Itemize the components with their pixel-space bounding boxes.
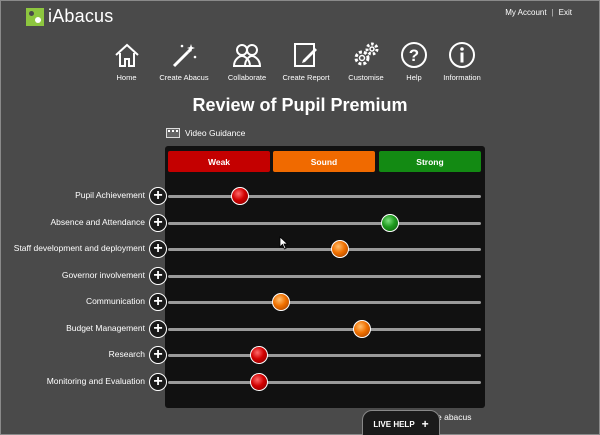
nav-customise[interactable]: Customise: [344, 40, 388, 82]
abacus-logo-icon: [26, 7, 44, 26]
nav-label: Help: [406, 73, 422, 82]
add-evidence-button[interactable]: +: [149, 240, 167, 258]
live-help-button[interactable]: LIVE HELP +: [362, 410, 440, 435]
gears-icon: [351, 40, 381, 70]
plus-icon: +: [421, 417, 429, 431]
nav-help[interactable]: ? Help: [398, 40, 430, 82]
video-guidance-link[interactable]: Video Guidance: [166, 128, 245, 138]
nav-home[interactable]: Home: [108, 40, 145, 82]
row-label: Staff development and deployment: [13, 243, 145, 253]
live-help-label: LIVE HELP: [373, 419, 415, 429]
add-evidence-button[interactable]: +: [149, 213, 167, 232]
film-icon: [166, 128, 180, 138]
slider-track[interactable]: [168, 327, 481, 331]
row-label: Communication: [85, 296, 145, 306]
row-label: Budget Management: [66, 322, 145, 333]
row-label: Monitoring and Evaluation: [46, 375, 145, 386]
rating-knob[interactable]: [249, 372, 268, 391]
account-separator: |: [551, 8, 554, 17]
question-icon: ?: [399, 40, 429, 70]
row-label: Pupil Achievement: [75, 190, 145, 200]
edit-document-icon: [291, 40, 321, 70]
rating-knob[interactable]: [249, 346, 268, 364]
people-icon: [232, 40, 262, 70]
home-icon: [112, 40, 142, 70]
row-label: Governor involvement: [61, 269, 145, 280]
mouse-cursor-icon: [279, 236, 289, 255]
magic-wand-icon: [169, 40, 199, 70]
nav-label: Customise: [348, 73, 384, 82]
video-guidance-label: Video Guidance: [185, 128, 246, 138]
scale-strong[interactable]: Strong: [379, 151, 481, 172]
rating-knob[interactable]: [230, 187, 249, 205]
footer-text: e abacus: [437, 412, 472, 422]
info-icon: [447, 40, 477, 70]
exit-link[interactable]: Exit: [559, 8, 572, 17]
nav-label: Collaborate: [227, 73, 267, 82]
rating-knob[interactable]: [271, 293, 290, 311]
nav-information[interactable]: Information: [440, 40, 484, 82]
nav-label: Information: [443, 73, 481, 82]
nav-collaborate[interactable]: Collaborate: [223, 40, 271, 82]
scale-sound[interactable]: Sound: [273, 151, 375, 172]
slider-track[interactable]: [168, 248, 481, 251]
rating-knob[interactable]: [381, 213, 400, 232]
main-nav: Home Create Abacus Collaborate Create Re…: [108, 40, 484, 82]
app-logo[interactable]: iAbacus: [26, 6, 113, 27]
scale-weak[interactable]: Weak: [168, 151, 270, 172]
nav-label: Create Abacus: [159, 73, 209, 82]
row-label: Absence and Attendance: [50, 216, 145, 227]
add-evidence-button[interactable]: +: [149, 346, 167, 364]
nav-label: Create Report: [282, 73, 330, 82]
add-evidence-button[interactable]: +: [149, 293, 167, 311]
svg-text:?: ?: [409, 46, 419, 65]
slider-track[interactable]: [168, 195, 481, 198]
nav-create-report[interactable]: Create Report: [278, 40, 334, 82]
rating-knob[interactable]: [353, 319, 372, 338]
add-evidence-button[interactable]: +: [149, 372, 167, 391]
slider-track[interactable]: [168, 274, 481, 278]
account-links: My Account | Exit: [505, 8, 572, 17]
add-evidence-button[interactable]: +: [149, 319, 167, 338]
slider-track[interactable]: [168, 354, 481, 357]
my-account-link[interactable]: My Account: [505, 8, 546, 17]
slider-track[interactable]: [168, 301, 481, 304]
nav-label: Home: [116, 73, 137, 82]
slider-track[interactable]: [168, 221, 481, 225]
add-evidence-button[interactable]: +: [149, 266, 167, 285]
add-evidence-button[interactable]: +: [149, 187, 167, 205]
page-title: Review of Pupil Premium: [192, 95, 408, 115]
app-name: iAbacus: [48, 6, 114, 26]
row-label: Research: [108, 349, 145, 359]
slider-track[interactable]: [168, 380, 481, 384]
nav-create-abacus[interactable]: Create Abacus: [153, 40, 215, 82]
